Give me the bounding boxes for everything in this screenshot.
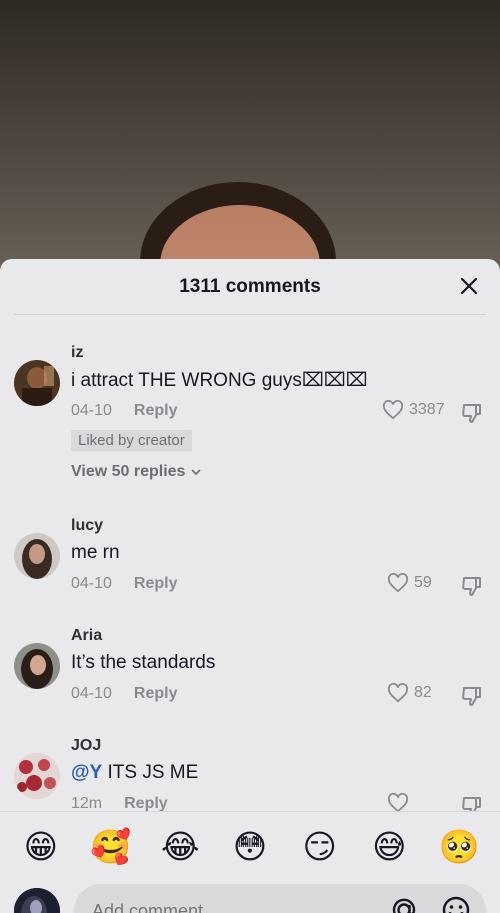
- like-count: 59: [414, 574, 432, 591]
- heart-icon: [387, 793, 409, 813]
- liked-by-creator-badge: Liked by creator: [71, 430, 192, 451]
- emoji-picker-icon[interactable]: [440, 894, 472, 913]
- comment-text: i attract THE WRONG guys⌧⌧⌧: [71, 370, 368, 391]
- my-avatar: [14, 888, 60, 913]
- avatar[interactable]: [14, 753, 60, 799]
- comment-username[interactable]: lucy: [71, 517, 103, 535]
- heart-icon: [387, 683, 409, 703]
- like-button[interactable]: [387, 793, 409, 813]
- comment-date: 04-10: [71, 575, 112, 592]
- video-background[interactable]: [0, 0, 500, 280]
- avatar[interactable]: [14, 643, 60, 689]
- like-button[interactable]: 59: [387, 573, 432, 593]
- avatar[interactable]: [14, 360, 60, 406]
- emoji-sweat-smile-button[interactable]: 😅: [369, 826, 409, 866]
- comment-input[interactable]: [74, 884, 486, 913]
- emoji-pleading-button[interactable]: 🥺: [439, 826, 480, 866]
- close-icon[interactable]: [456, 273, 482, 299]
- emoji-flushed-button[interactable]: 😳: [230, 826, 270, 866]
- emoji-laugh-button[interactable]: 😂: [160, 826, 200, 866]
- comment-text: me rn: [71, 542, 120, 563]
- like-button[interactable]: 3387: [382, 400, 445, 420]
- comment-date: 04-10: [71, 402, 112, 419]
- like-button[interactable]: 82: [387, 683, 432, 703]
- reply-button[interactable]: Reply: [134, 685, 178, 703]
- chevron-down-icon: [191, 469, 202, 476]
- heart-icon: [382, 400, 404, 420]
- comment-username[interactable]: iz: [71, 344, 83, 362]
- mention-link[interactable]: @Y: [71, 762, 102, 783]
- comment-meta: 04-10 Reply: [71, 402, 178, 420]
- comment-composer: [0, 884, 500, 913]
- like-count: 3387: [409, 401, 445, 418]
- header-divider: [14, 314, 486, 315]
- dislike-icon[interactable]: [460, 401, 484, 425]
- comment-text: @Y ITS JS ME: [71, 762, 198, 784]
- avatar[interactable]: [14, 533, 60, 579]
- emoji-grin-button[interactable]: 😁: [21, 826, 61, 866]
- comment-username[interactable]: JOJ: [71, 737, 101, 755]
- comment-text: It’s the standards: [71, 652, 216, 673]
- emoji-quick-row: 😁 🥰 😂 😳 😏 😅 🥺: [0, 826, 500, 866]
- comment-date: 04-10: [71, 685, 112, 702]
- reply-button[interactable]: Reply: [134, 575, 178, 593]
- heart-icon: [387, 573, 409, 593]
- view-replies-button[interactable]: View 50 replies: [71, 463, 203, 481]
- comment-username[interactable]: Aria: [71, 627, 102, 645]
- comments-count-title: 1311 comments: [179, 276, 321, 297]
- comments-sheet: 1311 comments iz i attract THE WRONG guy…: [0, 259, 500, 913]
- mention-at-icon[interactable]: [388, 894, 420, 913]
- emoji-composer-bar: 😁 🥰 😂 😳 😏 😅 🥺: [0, 811, 500, 913]
- dislike-icon[interactable]: [460, 684, 484, 708]
- comment-text-body: ITS JS ME: [102, 762, 199, 783]
- sheet-header: 1311 comments: [0, 259, 500, 315]
- view-replies-label: View 50 replies: [71, 463, 186, 480]
- emoji-smirk-button[interactable]: 😏: [300, 826, 340, 866]
- dislike-icon[interactable]: [460, 574, 484, 598]
- comment-meta: 04-10 Reply: [71, 575, 178, 593]
- emoji-hearts-button[interactable]: 🥰: [90, 826, 131, 866]
- comment-meta: 04-10 Reply: [71, 685, 178, 703]
- reply-button[interactable]: Reply: [134, 402, 178, 420]
- like-count: 82: [414, 684, 432, 701]
